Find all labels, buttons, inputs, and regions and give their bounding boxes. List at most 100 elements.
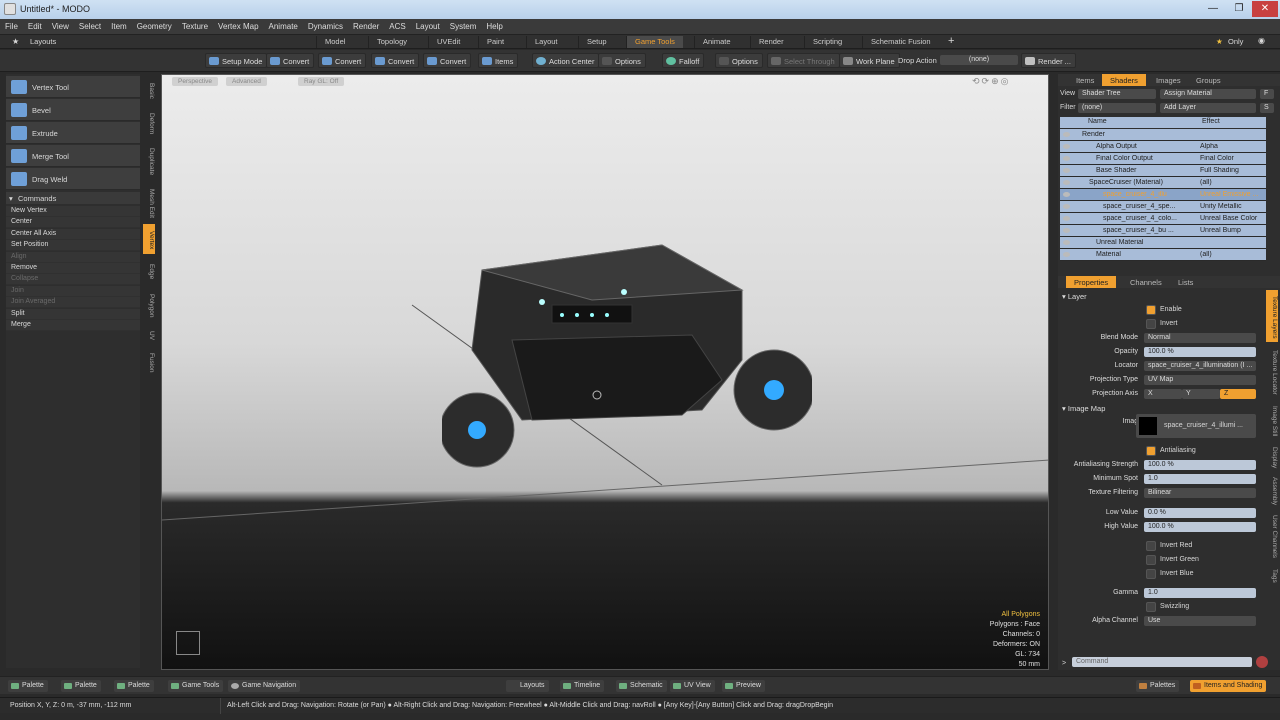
bevel-button[interactable]: Bevel <box>6 99 140 121</box>
tab-paint[interactable]: Paint <box>478 36 512 48</box>
command-run-icon[interactable] <box>1256 656 1268 668</box>
command-expand-icon[interactable]: > <box>1062 660 1066 667</box>
action-center-button[interactable]: Action Center <box>532 53 600 68</box>
command-align[interactable]: Align <box>6 251 140 263</box>
alpha-channel-select[interactable]: Use <box>1144 616 1256 626</box>
side-tab-image-still[interactable]: Image Still <box>1266 400 1278 440</box>
visibility-eye-icon[interactable] <box>1063 240 1070 245</box>
convert-button-1[interactable]: Convert <box>266 53 315 68</box>
filter-select[interactable]: (none) <box>1078 103 1156 113</box>
projection-axis-y[interactable]: Y <box>1182 389 1220 399</box>
low-value-field[interactable]: 0.0 % <box>1144 508 1256 518</box>
command-remove[interactable]: Remove <box>6 263 140 274</box>
command-join-averaged[interactable]: Join Averaged <box>6 297 140 309</box>
convert-button-3[interactable]: Convert <box>371 53 420 68</box>
image-map-section-header[interactable]: ▾ Image Map <box>1062 404 1105 413</box>
visibility-eye-icon[interactable] <box>1063 156 1070 161</box>
shader-row[interactable]: SpaceCruiser (Material) (all) <box>1060 177 1266 189</box>
tab-render[interactable]: Render <box>750 36 792 48</box>
menu-system[interactable]: System <box>445 19 482 31</box>
timeline-button[interactable]: Timeline <box>560 680 605 692</box>
menu-acs[interactable]: ACS <box>384 19 410 31</box>
tab-model[interactable]: Model <box>316 36 353 48</box>
shader-row[interactable]: Final Color Output Final Color <box>1060 153 1266 165</box>
enable-checkbox[interactable] <box>1146 305 1156 315</box>
uv-view-button[interactable]: UV View <box>670 680 715 692</box>
visibility-eye-icon[interactable] <box>1063 192 1070 197</box>
vtab-duplicate[interactable]: Duplicate <box>143 140 155 180</box>
visibility-eye-icon[interactable] <box>1063 252 1070 257</box>
shader-row[interactable]: space_cruiser_4_colo... Unreal Base Color <box>1060 213 1266 225</box>
command-set-position[interactable]: Set Position <box>6 240 140 252</box>
side-tab-assembly[interactable]: Assembly <box>1266 472 1278 508</box>
antialiasing-strength-field[interactable]: 100.0 % <box>1144 460 1256 470</box>
merge-tool-button[interactable]: Merge Tool <box>6 145 140 167</box>
blend-mode-select[interactable]: Normal <box>1144 333 1256 343</box>
preview-button[interactable]: Preview <box>722 680 765 692</box>
tab-uvedit[interactable]: UVEdit <box>428 36 468 48</box>
vtab-uv[interactable]: UV <box>143 323 155 345</box>
menu-help[interactable]: Help <box>481 19 507 31</box>
vtab-edge[interactable]: Edge <box>143 255 155 285</box>
palette-button-1[interactable]: Palette <box>8 680 48 692</box>
menu-select[interactable]: Select <box>74 19 106 31</box>
drop-action-select[interactable]: (none) <box>940 55 1018 65</box>
3d-viewport[interactable]: Perspective Advanced Ray GL: Off ⟲⟳⊕◎ Al… <box>161 74 1049 670</box>
tab-layout[interactable]: Layout <box>526 36 566 48</box>
projection-axis-x[interactable]: X <box>1144 389 1182 399</box>
visibility-eye-icon[interactable] <box>1063 144 1070 149</box>
items-and-shading-button[interactable]: Items and Shading <box>1190 680 1267 692</box>
visibility-eye-icon[interactable] <box>1063 132 1070 137</box>
tab-properties[interactable]: Properties <box>1066 276 1117 288</box>
render-button[interactable]: Render ... <box>1021 53 1076 68</box>
drag-weld-button[interactable]: Drag Weld <box>6 168 140 190</box>
command-collapse[interactable]: Collapse <box>6 274 140 286</box>
tab-schematic-fusion[interactable]: Schematic Fusion <box>862 36 939 48</box>
layouts-button[interactable]: Layouts <box>506 680 549 692</box>
palettes-button[interactable]: Palettes <box>1136 680 1180 692</box>
visibility-eye-icon[interactable] <box>1063 216 1070 221</box>
assign-material-button[interactable]: Assign Material <box>1160 89 1256 99</box>
visibility-eye-icon[interactable] <box>1063 204 1070 209</box>
vtab-basic[interactable]: Basic <box>143 74 155 104</box>
game-tools-palette-button[interactable]: Game Tools <box>168 680 224 692</box>
falloff-button[interactable]: Falloff <box>662 53 705 68</box>
high-value-field[interactable]: 100.0 % <box>1144 522 1256 532</box>
shader-row[interactable]: space_cruiser_4_illu Unreal Emissive ... <box>1060 189 1266 201</box>
invert-green-checkbox[interactable] <box>1146 555 1156 565</box>
game-navigation-button[interactable]: Game Navigation <box>228 680 301 692</box>
setup-mode-button[interactable]: Setup Mode <box>205 53 268 68</box>
tab-lists[interactable]: Lists <box>1170 276 1201 288</box>
menu-file[interactable]: File <box>0 19 23 31</box>
vtab-fusion[interactable]: Fusion <box>143 346 155 376</box>
layouts-label[interactable]: Layouts <box>30 37 56 46</box>
visibility-eye-icon[interactable] <box>1063 228 1070 233</box>
layer-section-header[interactable]: ▾ Layer <box>1062 292 1087 301</box>
menu-texture[interactable]: Texture <box>177 19 213 31</box>
schematic-button[interactable]: Schematic <box>616 680 667 692</box>
command-split[interactable]: Split <box>6 308 140 320</box>
menu-item[interactable]: Item <box>106 19 132 31</box>
command-input[interactable]: Command <box>1072 657 1252 667</box>
menu-animate[interactable]: Animate <box>264 19 303 31</box>
minimize-button[interactable]: — <box>1200 1 1226 17</box>
only-toggle[interactable]: Only <box>1228 37 1243 46</box>
f-button[interactable]: F <box>1260 89 1274 99</box>
projection-type-select[interactable]: UV Map <box>1144 375 1256 385</box>
tab-animate[interactable]: Animate <box>694 36 739 48</box>
menu-dynamics[interactable]: Dynamics <box>303 19 348 31</box>
palette-button-2[interactable]: Palette <box>61 680 101 692</box>
command-join[interactable]: Join <box>6 285 140 297</box>
menu-view[interactable]: View <box>47 19 74 31</box>
shader-row[interactable]: Render <box>1060 129 1266 141</box>
vtab-mesh-edit[interactable]: Mesh Edit <box>143 181 155 223</box>
command-center-all-axis[interactable]: Center All Axis <box>6 228 140 240</box>
extrude-button[interactable]: Extrude <box>6 122 140 144</box>
shader-row[interactable]: space_cruiser_4_spe... Unity Metallic <box>1060 201 1266 213</box>
close-button[interactable]: ✕ <box>1252 1 1278 17</box>
command-center[interactable]: Center <box>6 217 140 229</box>
convert-button-2[interactable]: Convert <box>318 53 367 68</box>
maximize-button[interactable]: ❐ <box>1226 1 1252 17</box>
shader-row[interactable]: Base Shader Full Shading <box>1060 165 1266 177</box>
command-new-vertex[interactable]: New Vertex <box>6 206 140 217</box>
